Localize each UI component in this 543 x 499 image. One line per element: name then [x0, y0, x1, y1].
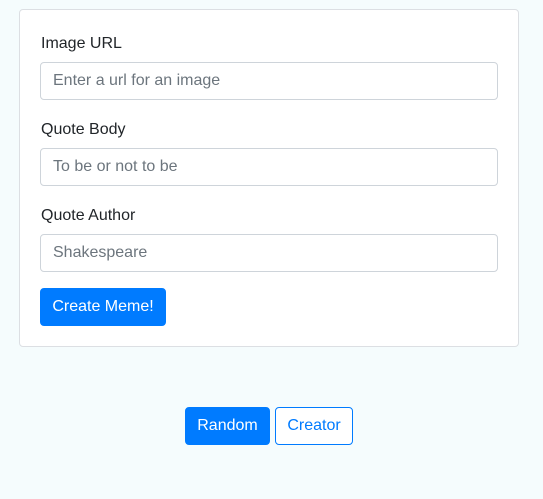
- meme-form-card: Image URL Quote Body Quote Author Create…: [19, 9, 519, 347]
- image-url-input[interactable]: [40, 62, 498, 100]
- create-meme-button[interactable]: Create Meme!: [40, 288, 166, 326]
- image-url-label: Image URL: [41, 35, 122, 52]
- creator-button[interactable]: Creator: [275, 407, 353, 445]
- quote-body-label: Quote Body: [41, 121, 126, 138]
- quote-body-input[interactable]: [40, 148, 498, 186]
- random-button[interactable]: Random: [185, 407, 270, 445]
- quote-author-input[interactable]: [40, 234, 498, 272]
- quote-author-label: Quote Author: [41, 207, 136, 224]
